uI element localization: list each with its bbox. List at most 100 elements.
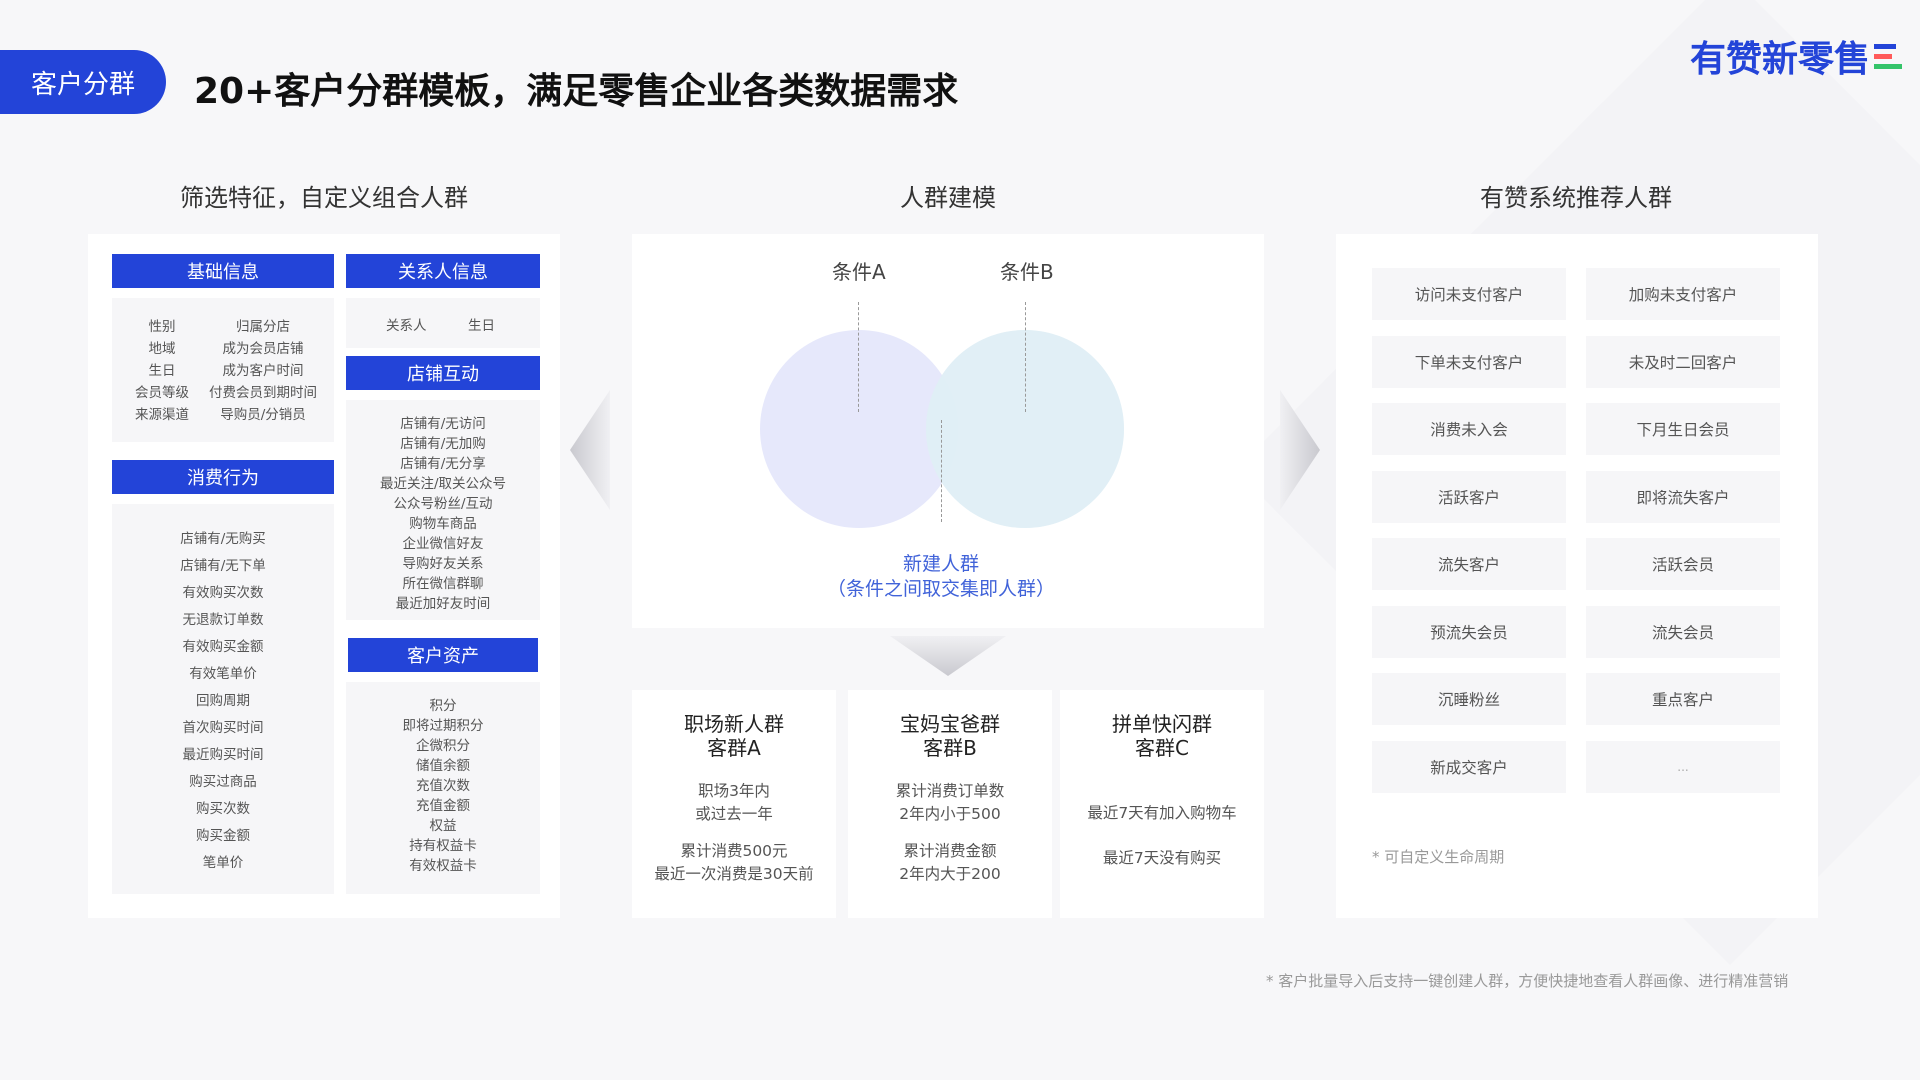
- recommend-item[interactable]: 访问未支付客户: [1372, 268, 1566, 320]
- recommend-item[interactable]: 加购未支付客户: [1586, 268, 1780, 320]
- filter-item: 有效购买次数: [182, 585, 264, 601]
- filter-item: 最近加好友时间: [395, 596, 491, 612]
- filter-item: 充值次数: [416, 778, 470, 794]
- recommend-item[interactable]: 沉睡粉丝: [1372, 673, 1566, 725]
- condition-a-label: 条件A: [832, 260, 886, 284]
- filter-item: 最近购买时间: [182, 747, 264, 763]
- filter-item: 生日: [148, 363, 176, 379]
- recommend-item[interactable]: 下单未支付客户: [1372, 335, 1566, 388]
- filter-item: 持有权益卡: [409, 838, 477, 854]
- group-desc: 2年内大于200: [899, 865, 1001, 883]
- basic-info-box: 性别地域生日会员等级来源渠道 归属分店成为会员店铺 成为客户时间 付费会员到期时间导…: [112, 298, 334, 442]
- group-title: 拼单快闪群: [1112, 712, 1212, 736]
- contact-info-box: 关系人 生日: [346, 298, 540, 348]
- filter-item: 首次购买时间: [182, 720, 264, 736]
- group-subtitle: 客群B: [923, 736, 977, 760]
- filter-item: 导购好友关系: [402, 556, 484, 572]
- filter-item: 归属分店: [236, 319, 290, 335]
- contact-item: 生日: [468, 318, 495, 334]
- recommend-item[interactable]: 未及时二回客户: [1586, 335, 1780, 388]
- contact-item: 关系人: [386, 318, 427, 334]
- recommend-item[interactable]: 即将流失客户: [1586, 470, 1780, 523]
- group-desc: 2年内小于500: [899, 805, 1001, 823]
- filter-item: 有效购买金额: [182, 639, 264, 655]
- filter-item: 所在微信群聊: [402, 576, 484, 592]
- left-section-title: 筛选特征，自定义组合人群: [180, 184, 468, 212]
- down-arrow-icon: [890, 636, 1006, 676]
- filter-item: 成为会员店铺: [222, 341, 304, 357]
- brand-logo: 有赞新零售: [1690, 30, 1903, 82]
- recommend-item[interactable]: 新成交客户: [1372, 740, 1566, 793]
- filter-item: 店铺有/无购买: [180, 531, 266, 547]
- customer-assets-list: 积分 即将过期积分 企微积分 储值余额 充值次数 充值金额 权益 持有权益卡 有效权益卡: [346, 696, 540, 876]
- filter-panel: 基础信息 性别 地域 生日 会员等级 来源渠道 归属分店 成为会员店铺 成为客户时间 付费会员…: [88, 234, 560, 918]
- filter-item: 储值余额: [416, 758, 470, 774]
- filter-item: 来源渠道: [135, 407, 189, 423]
- section-tag: 客户分群: [0, 50, 166, 114]
- right-section-title: 有赞系统推荐人群: [1480, 184, 1672, 212]
- filter-item: 企业微信好友: [402, 536, 484, 552]
- recommend-item[interactable]: 消费未入会: [1372, 403, 1566, 455]
- filter-item: 购买过商品: [189, 774, 257, 790]
- filter-item: 购物车商品: [409, 516, 477, 532]
- group-desc: 最近7天有加入购物车: [1087, 804, 1237, 822]
- filter-item: 店铺有/无分享: [400, 456, 486, 472]
- group-card-c: 拼单快闪群 客群C 最近7天有加入购物车 最近7天没有购买: [1060, 690, 1264, 918]
- customer-assets-box: 积分 即将过期积分 企微积分 储值余额 充值次数 充值金额 权益 持有权益卡 有效权益卡: [346, 682, 540, 894]
- group-desc: 累计消费订单数: [895, 782, 1005, 800]
- filter-item: 性别: [148, 319, 176, 335]
- filter-item: 回购周期: [196, 693, 250, 709]
- filter-item: 即将过期积分: [402, 718, 484, 734]
- result-line-1: 新建人群: [902, 553, 979, 575]
- filter-item: 成为客户时间: [222, 363, 304, 379]
- consume-behavior-list: 店铺有/无购买 店铺有/无下单 有效购买次数 无退款订单数 有效购买金额 有效笔单价 回购周…: [112, 526, 334, 877]
- filter-item: 权益: [429, 818, 457, 834]
- recommend-item[interactable]: ...: [1586, 740, 1780, 793]
- filter-item: 付费会员到期时间: [209, 385, 317, 401]
- logo-mark-icon: [1874, 43, 1903, 69]
- basic-info-right-list: 归属分店成为会员店铺 成为客户时间 付费会员到期时间 导购员/分销员: [198, 316, 328, 426]
- filter-item: 积分: [429, 698, 457, 714]
- recommend-item[interactable]: 活跃会员: [1586, 538, 1780, 590]
- filter-item: 地域: [148, 341, 176, 357]
- recommend-item[interactable]: 流失会员: [1586, 605, 1780, 658]
- filter-item: 最近关注/取关公众号: [379, 476, 507, 492]
- shop-interaction-header: 店铺互动: [346, 356, 540, 390]
- logo-text: 有赞新零售: [1690, 39, 1871, 80]
- customer-assets-header: 客户资产: [348, 638, 538, 672]
- filter-item: 购买次数: [196, 801, 250, 817]
- group-title: 宝妈宝爸群: [900, 712, 1000, 736]
- group-desc: 最近7天没有购买: [1102, 849, 1222, 867]
- condition-b-dash: [1025, 302, 1026, 412]
- filter-item: 店铺有/无加购: [400, 436, 486, 452]
- recommend-item[interactable]: 重点客户: [1586, 673, 1780, 725]
- group-desc: 累计消费500元: [680, 842, 788, 860]
- recommend-item[interactable]: 预流失会员: [1372, 605, 1566, 658]
- filter-item: 导购员/分销员: [220, 407, 306, 423]
- group-card-a: 职场新人群 客群A 职场3年内 或过去一年 累计消费500元 最近一次消费是30…: [632, 690, 836, 918]
- shop-interaction-list: 店铺有/无访问 店铺有/无加购 店铺有/无分享 最近关注/取关公众号 公众号粉丝/互动购…: [346, 414, 540, 614]
- recommend-item[interactable]: 活跃客户: [1372, 470, 1566, 523]
- filter-item: 充值金额: [416, 798, 470, 814]
- page-title: 20+客户分群模板，满足零售企业各类数据需求: [194, 71, 959, 112]
- consume-behavior-box: 店铺有/无购买 店铺有/无下单 有效购买次数 无退款订单数 有效购买金额 有效笔单价 回购周…: [112, 504, 334, 894]
- result-line-2: （条件之间取交集即人群）: [826, 578, 1055, 600]
- filter-item: 会员等级: [135, 385, 189, 401]
- left-arrow-icon: [570, 390, 610, 510]
- result-dash: [941, 420, 942, 522]
- filter-item: 无退款订单数: [182, 612, 264, 628]
- shop-interaction-box: 店铺有/无访问 店铺有/无加购 店铺有/无分享 最近关注/取关公众号 公众号粉丝/互动购…: [346, 400, 540, 620]
- venn-panel: 条件A 条件B 新建人群 （条件之间取交集即人群）: [632, 234, 1264, 628]
- footer-note: * 客户批量导入后支持一键创建人群，方便快捷地查看人群画像、进行精准营销: [1266, 972, 1789, 990]
- contact-info-header: 关系人信息: [346, 254, 540, 288]
- group-desc: 或过去一年: [695, 805, 773, 823]
- group-desc: 最近一次消费是30天前: [654, 865, 814, 883]
- right-arrow-icon: [1280, 390, 1320, 510]
- condition-a-dash: [858, 302, 859, 412]
- recommend-item[interactable]: 流失客户: [1372, 538, 1566, 590]
- recommend-item[interactable]: 下月生日会员: [1586, 403, 1780, 455]
- filter-item: 购买金额: [196, 828, 250, 844]
- recommend-note: * 可自定义生命周期: [1372, 848, 1505, 866]
- middle-section-title: 人群建模: [900, 184, 996, 212]
- basic-info-left-list: 性别地域生日会员等级来源渠道: [122, 316, 202, 426]
